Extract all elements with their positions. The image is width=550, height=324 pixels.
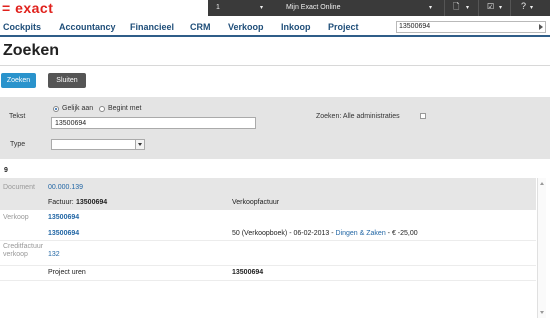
exact-logo[interactable]: = exact [2, 1, 53, 15]
starts-radio[interactable] [99, 106, 105, 112]
nav-cockpits[interactable]: Cockpits [3, 22, 41, 32]
help-icon[interactable]: ? [521, 2, 526, 11]
invoice-number[interactable]: 13500694 [76, 198, 107, 207]
nav-verkoop[interactable]: Verkoop [228, 22, 264, 32]
scroll-down-icon[interactable] [540, 311, 544, 314]
sales-entry-detail: 50 (Verkoopboek) - 06-02-2013 - Dingen &… [232, 229, 418, 238]
search-go-icon[interactable] [539, 24, 543, 30]
equal-radio[interactable] [53, 106, 59, 112]
nav-crm[interactable]: CRM [190, 22, 211, 32]
type-select[interactable] [51, 139, 145, 150]
results-scrollbar[interactable] [537, 178, 546, 318]
global-search-value: 13500694 [399, 23, 431, 30]
title-dropdown-icon[interactable]: ▾ [429, 4, 432, 13]
search-text-input[interactable]: 13500694 [51, 117, 256, 129]
title-divider [0, 65, 550, 66]
project-hours-label: Project uren [48, 269, 86, 276]
sales-link[interactable]: 13500694 [48, 213, 79, 222]
all-administrations-checkbox[interactable] [420, 113, 426, 119]
search-text-value: 13500694 [55, 120, 87, 127]
close-button[interactable]: Sluiten [48, 73, 86, 88]
equal-radio-label[interactable]: Gelijk aan [62, 104, 93, 113]
checklist-dropdown-icon[interactable]: ▾ [499, 4, 502, 13]
sales-amount: - € -25,00 [387, 230, 418, 237]
divider [510, 0, 511, 16]
page-title: Zoeken [3, 42, 60, 59]
nav-inkoop[interactable]: Inkoop [281, 22, 311, 32]
invoice-label: Factuur: [48, 199, 74, 206]
result-group-credit [0, 241, 536, 266]
document-icon[interactable]: 🗋 [453, 2, 459, 11]
starts-radio-label[interactable]: Begint met [108, 104, 141, 113]
result-category: Creditfactuur verkoop [3, 243, 44, 258]
chevron-down-icon[interactable] [135, 140, 144, 149]
results-header: 9 [0, 166, 550, 178]
project-hours-number[interactable]: 13500694 [232, 268, 263, 277]
type-label: Type [10, 141, 26, 148]
credit-link[interactable]: 132 [48, 250, 60, 259]
portal-title[interactable]: Mijn Exact Online [286, 3, 340, 12]
document-link[interactable]: 00.000.139 [48, 183, 83, 192]
global-search-input[interactable]: 13500694 [396, 21, 546, 33]
nav-financieel[interactable]: Financieel [130, 22, 174, 32]
division-dropdown-icon[interactable]: ▾ [260, 4, 263, 13]
all-administrations-label: Zoeken: Alle administraties [316, 113, 400, 120]
top-bar: = exact 1 ▾ Mijn Exact Online ▾ 🗋 ▾ ☑ ▾ … [0, 0, 550, 16]
sales-detail-text: 50 (Verkoopboek) - 06-02-2013 - [232, 230, 334, 237]
checklist-icon[interactable]: ☑ [487, 2, 494, 11]
scroll-up-icon[interactable] [540, 182, 544, 185]
document-dropdown-icon[interactable]: ▾ [466, 4, 469, 13]
division-bar: 1 ▾ Mijn Exact Online ▾ 🗋 ▾ ☑ ▾ ? ▾ [208, 0, 550, 16]
result-category: Document [3, 184, 35, 191]
search-button[interactable]: Zoeken [1, 73, 36, 88]
results-count: 9 [4, 167, 8, 174]
help-dropdown-icon[interactable]: ▾ [530, 4, 533, 13]
invoice-type: Verkoopfactuur [232, 199, 280, 206]
relation-link[interactable]: Dingen & Zaken [336, 230, 386, 237]
result-category: Verkoop [3, 214, 29, 221]
divider [478, 0, 479, 16]
nav-project[interactable]: Project [328, 22, 359, 32]
division-number[interactable]: 1 [216, 3, 220, 12]
divider [444, 0, 445, 16]
nav-accountancy[interactable]: Accountancy [59, 22, 116, 32]
sales-entry-link[interactable]: 13500694 [48, 229, 79, 238]
text-label: Tekst [9, 113, 26, 120]
